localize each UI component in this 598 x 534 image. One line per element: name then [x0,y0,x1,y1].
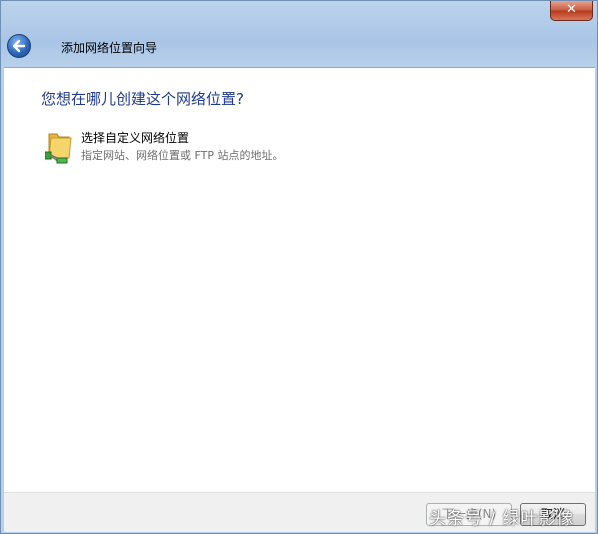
option-title: 选择自定义网络位置 [81,131,190,145]
page-heading: 您想在哪儿创建这个网络位置? [41,90,244,108]
custom-network-location-option[interactable]: 选择自定义网络位置 指定网站、网络位置或 FTP 站点的地址。 [41,126,341,166]
window-title: 添加网络位置向导 [61,41,158,55]
cancel-button[interactable]: 取消 [520,503,586,526]
close-icon: ✕ [566,2,577,17]
folder-network-icon [44,128,77,168]
wizard-footer: 下一步(N) 取消 [4,492,595,532]
option-description: 指定网站、网络位置或 FTP 站点的地址。 [81,149,284,162]
next-button[interactable]: 下一步(N) [426,503,512,526]
back-button[interactable] [7,34,31,58]
wizard-window: ✕ 添加网络位置向导 您想在哪儿创建这个网络位置? 选择自定义网络位置 指定网站… [0,0,598,534]
wizard-content: 您想在哪儿创建这个网络位置? 选择自定义网络位置 指定网站、网络位置或 FTP … [4,67,595,492]
back-arrow-icon [12,39,26,53]
close-button[interactable]: ✕ [550,1,593,21]
